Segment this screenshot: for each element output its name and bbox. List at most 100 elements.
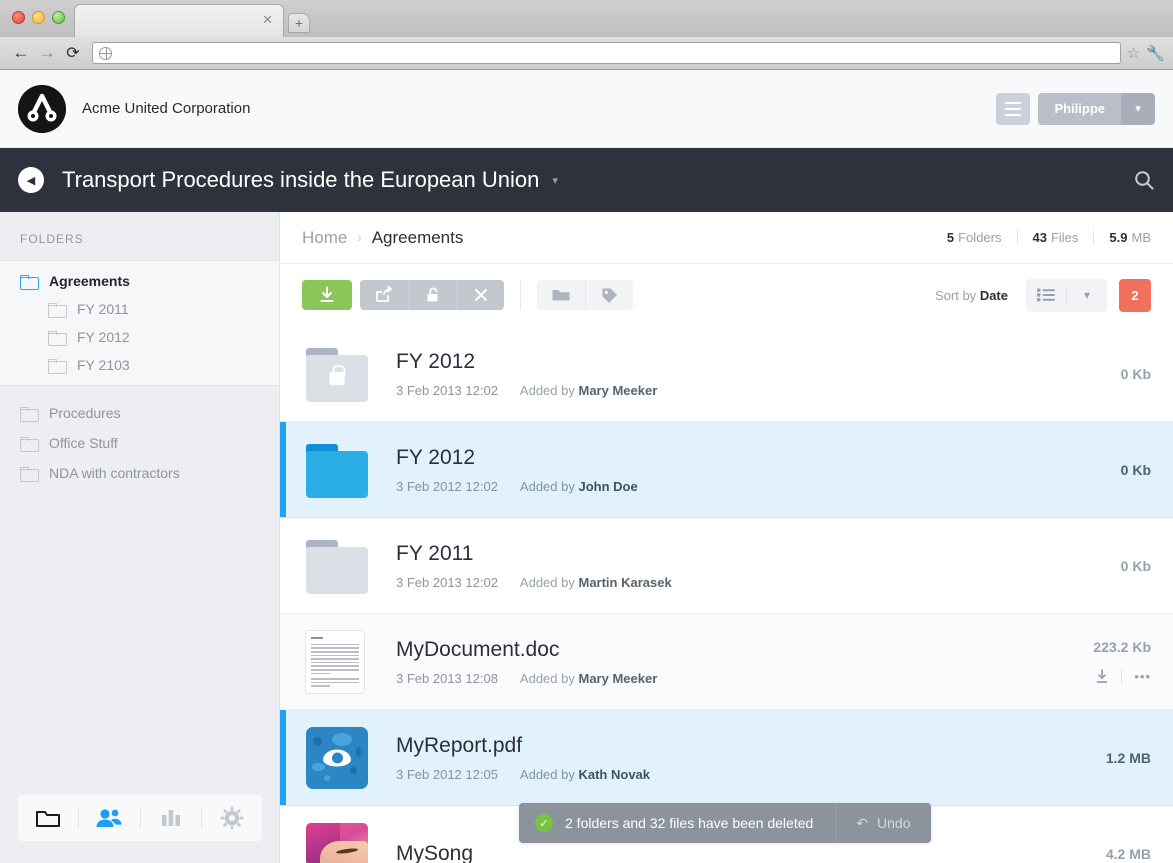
lock-icon — [329, 365, 346, 386]
close-window-button[interactable] — [12, 11, 25, 24]
globe-icon — [99, 46, 112, 60]
stat-size-unit: MB — [1131, 230, 1152, 245]
file-subtitle: 3 Feb 2012 12:05 Added by Kath Novak — [396, 767, 1106, 782]
files-folder-icon[interactable] — [18, 795, 78, 841]
sidebar-item-fy2011[interactable]: FY 2011 — [0, 295, 279, 323]
move-to-folder-button[interactable] — [537, 280, 585, 310]
unlock-button[interactable] — [408, 280, 456, 310]
table-row[interactable]: FY 2012 3 Feb 2013 12:02 Added by Mary M… — [280, 326, 1173, 422]
close-icon — [474, 288, 487, 302]
file-meta: MySong — [396, 841, 1106, 863]
file-meta: FY 2011 3 Feb 2013 12:02 Added by Martin… — [396, 541, 1121, 589]
users-icon[interactable] — [79, 795, 139, 841]
delete-button[interactable] — [456, 280, 504, 310]
stats-bar-chart-icon[interactable] — [141, 795, 201, 841]
eye-icon — [323, 749, 351, 766]
minimize-window-button[interactable] — [32, 11, 45, 24]
view-mode-group: ▾ — [1026, 278, 1107, 312]
added-by-label: Added by — [519, 574, 575, 590]
row-actions: ••• — [1093, 669, 1151, 684]
file-meta: FY 2012 3 Feb 2012 12:02 Added by John D… — [396, 445, 1121, 493]
browser-tab[interactable]: ✕ — [74, 4, 284, 37]
reload-icon[interactable]: ⟳ — [60, 40, 86, 66]
author-name: John Doe — [578, 478, 638, 494]
author-name: Kath Novak — [578, 766, 651, 782]
table-row[interactable]: FY 2011 3 Feb 2013 12:02 Added by Martin… — [280, 518, 1173, 614]
sidebar-item-label: Procedures — [49, 405, 121, 421]
search-icon[interactable] — [1133, 169, 1155, 191]
sidebar-item-label: FY 2103 — [77, 357, 130, 373]
folder-stats: 5 Folders 43 Files 5.9 MB — [947, 230, 1151, 245]
table-row[interactable]: FY 2012 3 Feb 2012 12:02 Added by John D… — [280, 422, 1173, 518]
file-thumbnail — [306, 343, 368, 405]
undo-button[interactable]: ↶ Undo — [835, 803, 930, 843]
hamburger-icon[interactable] — [996, 92, 1031, 125]
file-subtitle: 3 Feb 2013 12:08 Added by Mary Meeker — [396, 671, 1093, 686]
file-size: 4.2 MB — [1105, 845, 1151, 862]
brand-name: Acme United Corporation — [82, 100, 251, 117]
list-view-icon[interactable] — [1026, 279, 1066, 312]
title-chevron-down-icon[interactable]: ▾ — [552, 174, 558, 187]
file-date: 3 Feb 2012 12:05 — [396, 766, 498, 782]
divider — [1121, 669, 1123, 684]
file-date: 3 Feb 2012 12:02 — [396, 478, 498, 494]
share-button[interactable] — [360, 280, 408, 310]
sidebar-item-fy2012[interactable]: FY 2012 — [0, 323, 279, 351]
sort-by-control[interactable]: Sort by Date — [935, 288, 1008, 303]
sidebar-item-agreements[interactable]: Agreements — [0, 267, 279, 295]
sidebar-tree-group: Agreements FY 2011 FY 2012 FY 2103 — [0, 260, 279, 386]
author-name: Mary Meeker — [578, 382, 658, 398]
forward-icon[interactable]: → — [34, 40, 60, 66]
file-thumbnail — [306, 630, 368, 693]
sidebar-item-office-stuff[interactable]: Office Stuff — [0, 428, 279, 458]
added-by-label: Added by — [519, 670, 575, 686]
selected-count-badge[interactable]: 2 — [1119, 278, 1151, 312]
settings-gear-icon[interactable] — [202, 795, 262, 841]
document-preview-icon — [306, 630, 364, 693]
file-size: 0 Kb — [1120, 557, 1151, 574]
row-more-options-icon[interactable]: ••• — [1134, 669, 1151, 684]
maximize-window-button[interactable] — [52, 11, 65, 24]
address-bar[interactable] — [92, 42, 1121, 64]
folder-locked-icon — [306, 347, 368, 402]
chevron-down-icon[interactable]: ▾ — [1121, 92, 1155, 125]
browser-navbar: ← → ⟳ ☆ 🔧 — [0, 37, 1173, 69]
folder-icon — [306, 539, 368, 594]
sidebar-item-procedures[interactable]: Procedures — [0, 398, 279, 428]
file-author: Added by John Doe — [520, 479, 638, 494]
sidebar-item-fy2103[interactable]: FY 2103 — [0, 351, 279, 379]
toolbar-right: Sort by Date ▾ 2 — [935, 278, 1151, 312]
new-tab-button[interactable]: + — [288, 13, 310, 33]
wrench-icon[interactable]: 🔧 — [1146, 44, 1165, 62]
table-row[interactable]: MyDocument.doc 3 Feb 2013 12:08 Added by… — [280, 614, 1173, 710]
page-title: Transport Procedures inside the European… — [62, 167, 540, 192]
breadcrumb: Home › Agreements 5 Folders 43 Files 5.9… — [280, 212, 1173, 264]
file-size: 0 Kb — [1120, 461, 1151, 478]
breadcrumb-home[interactable]: Home — [302, 228, 347, 248]
tab-close-icon[interactable]: ✕ — [262, 13, 273, 26]
row-download-icon[interactable] — [1095, 669, 1109, 684]
table-row[interactable]: MyReport.pdf 3 Feb 2012 12:05 Added by K… — [280, 710, 1173, 806]
share-icon — [376, 286, 392, 302]
star-icon[interactable]: ☆ — [1127, 44, 1140, 62]
divider — [1093, 230, 1095, 245]
download-icon — [320, 286, 334, 302]
back-icon[interactable]: ← — [8, 40, 34, 66]
breadcrumb-separator: › — [357, 230, 362, 245]
divider — [1016, 230, 1018, 245]
file-subtitle: 3 Feb 2012 12:02 Added by John Doe — [396, 479, 1121, 494]
file-right-column: 0 Kb — [1121, 462, 1151, 478]
back-circle-icon[interactable]: ◀ — [18, 167, 44, 193]
view-chevron-down-icon[interactable]: ▾ — [1067, 279, 1107, 312]
undo-label: Undo — [877, 815, 911, 831]
sidebar: FOLDERS Agreements FY 2011 FY 2012 FY 21… — [0, 212, 280, 863]
tag-button[interactable] — [585, 280, 633, 310]
file-right-column: 0 Kb — [1121, 366, 1151, 382]
undo-arrow-icon: ↶ — [856, 814, 869, 831]
file-author: Added by Mary Meeker — [520, 671, 657, 686]
file-subtitle: 3 Feb 2013 12:02 Added by Martin Karasek — [396, 575, 1121, 590]
actions-toolbar: Sort by Date ▾ 2 — [280, 264, 1173, 326]
user-menu-button[interactable]: Philippe ▾ — [1038, 92, 1155, 125]
download-button[interactable] — [302, 280, 352, 310]
sidebar-item-nda-with-contractors[interactable]: NDA with contractors — [0, 458, 279, 488]
